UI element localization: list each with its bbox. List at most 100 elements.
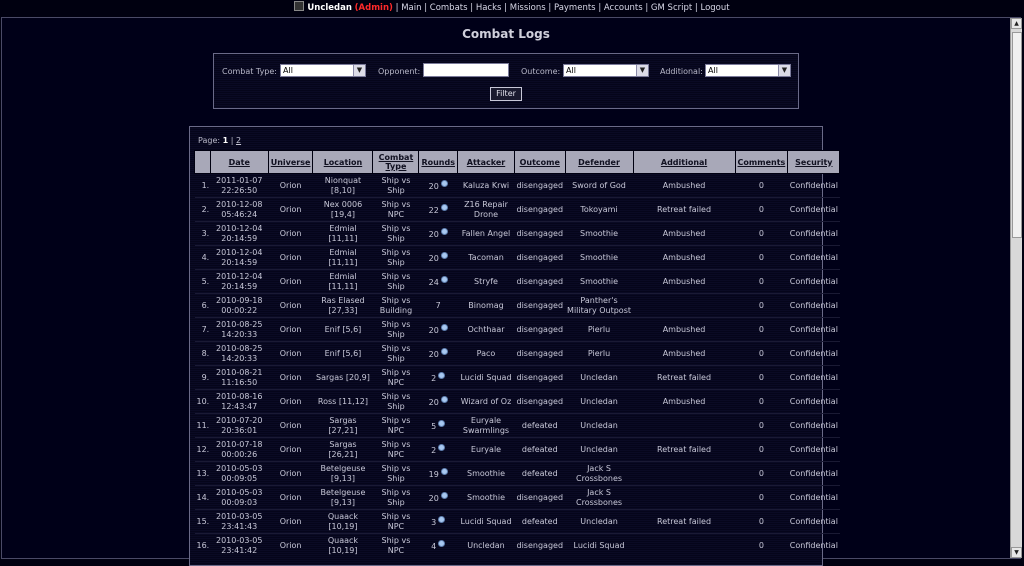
defender-cell[interactable]: Panther's Military Outpost: [565, 293, 634, 318]
round-details-icon[interactable]: [440, 347, 448, 355]
attacker-cell[interactable]: Lucidi Squad: [457, 365, 515, 390]
nav-link-payments[interactable]: Payments: [554, 3, 596, 13]
date-cell[interactable]: 2010-05-03 00:09:03: [210, 485, 269, 510]
outcome-select[interactable]: All ▼: [563, 64, 649, 77]
table-row[interactable]: 1. 2011-01-07 22:26:50 Orion Nionquat [8,10…: [194, 173, 840, 198]
nav-link-missions[interactable]: Missions: [510, 3, 546, 13]
rounds-cell[interactable]: 20: [418, 173, 458, 198]
filter-button[interactable]: Filter: [490, 87, 522, 101]
rounds-cell[interactable]: 4: [418, 533, 458, 557]
attacker-cell[interactable]: Stryfe: [457, 269, 515, 294]
rounds-cell[interactable]: 3: [418, 509, 458, 534]
attacker-cell[interactable]: Z16 Repair Drone: [457, 197, 515, 222]
rounds-cell[interactable]: 20: [418, 341, 458, 366]
table-row[interactable]: 2. 2010-12-08 05:46:24 Orion Nex 0006 [19,4…: [194, 197, 840, 222]
table-row[interactable]: 14. 2010-05-03 00:09:03 Orion Betelgeuse [9…: [194, 485, 840, 510]
date-cell[interactable]: 2010-08-25 14:20:33: [210, 317, 269, 342]
rounds-cell[interactable]: 20: [418, 485, 458, 510]
header-defender[interactable]: Defender: [564, 150, 634, 174]
rounds-cell[interactable]: 20: [418, 221, 458, 246]
table-row[interactable]: 3. 2010-12-04 20:14:59 Orion Edmial [11,11]…: [194, 221, 840, 246]
header-comments[interactable]: Comments: [734, 150, 789, 174]
date-cell[interactable]: 2010-07-18 00:00:26: [210, 437, 269, 462]
defender-cell[interactable]: Pierlu: [565, 341, 634, 366]
table-row[interactable]: 11. 2010-07-20 20:36:01 Orion Sargas [27,21…: [194, 413, 840, 438]
opponent-input[interactable]: [423, 63, 509, 77]
nav-link-hacks[interactable]: Hacks: [476, 3, 502, 13]
rounds-cell[interactable]: 2: [418, 365, 458, 390]
rounds-cell[interactable]: 20: [418, 389, 458, 414]
table-row[interactable]: 16. 2010-03-05 23:41:42 Orion Quaack [10,19…: [194, 533, 840, 557]
table-row[interactable]: 4. 2010-12-04 20:14:59 Orion Edmial [11,11]…: [194, 245, 840, 270]
attacker-cell[interactable]: Ochthaar: [457, 317, 515, 342]
header-location[interactable]: Location: [312, 150, 374, 174]
date-cell[interactable]: 2010-12-04 20:14:59: [210, 221, 269, 246]
table-row[interactable]: 12. 2010-07-18 00:00:26 Orion Sargas [26,21…: [194, 437, 840, 462]
defender-cell[interactable]: Pierlu: [565, 317, 634, 342]
date-cell[interactable]: 2010-05-03 00:09:05: [210, 461, 269, 486]
defender-cell[interactable]: Uncledan: [565, 413, 634, 438]
date-cell[interactable]: 2010-03-05 23:41:42: [210, 533, 269, 557]
round-details-icon[interactable]: [440, 179, 448, 187]
nav-link-accounts[interactable]: Accounts: [604, 3, 643, 13]
defender-cell[interactable]: Smoothie: [565, 245, 634, 270]
rounds-cell[interactable]: 20: [418, 317, 458, 342]
round-details-icon[interactable]: [440, 467, 448, 475]
round-details-icon[interactable]: [440, 491, 448, 499]
header-universe[interactable]: Universe: [267, 150, 314, 174]
attacker-cell[interactable]: Binomag: [457, 293, 515, 318]
table-row[interactable]: 5. 2010-12-04 20:14:59 Orion Edmial [11,11]…: [194, 269, 840, 294]
nav-link-main[interactable]: Main: [401, 3, 421, 13]
defender-cell[interactable]: Jack S Crossbones: [565, 485, 634, 510]
header-outcome[interactable]: Outcome: [514, 150, 566, 174]
date-cell[interactable]: 2010-12-08 05:46:24: [210, 197, 269, 222]
attacker-cell[interactable]: Lucidi Squad: [457, 509, 515, 534]
defender-cell[interactable]: Uncledan: [565, 437, 634, 462]
table-row[interactable]: 8. 2010-08-25 14:20:33 Orion Enif [5,6] Ship…: [194, 341, 840, 366]
rounds-cell[interactable]: 2: [418, 437, 458, 462]
attacker-cell[interactable]: Fallen Angel: [457, 221, 515, 246]
date-cell[interactable]: 2010-08-16 12:43:47: [210, 389, 269, 414]
round-details-icon[interactable]: [440, 227, 448, 235]
header-additional[interactable]: Additional: [632, 150, 736, 174]
nav-link-logout[interactable]: Logout: [700, 3, 729, 13]
attacker-cell[interactable]: Kaluza Krwi: [457, 173, 515, 198]
defender-cell[interactable]: Uncledan: [565, 365, 634, 390]
date-cell[interactable]: 2010-08-25 14:20:33: [210, 341, 269, 366]
table-row[interactable]: 13. 2010-05-03 00:09:05 Orion Betelgeuse [9…: [194, 461, 840, 486]
attacker-cell[interactable]: Tacoman: [457, 245, 515, 270]
date-cell[interactable]: 2010-09-18 00:00:22: [210, 293, 269, 318]
scroll-down-arrow-icon[interactable]: ▼: [1011, 547, 1022, 558]
round-details-icon[interactable]: [440, 275, 448, 283]
round-details-icon[interactable]: [440, 395, 448, 403]
round-details-icon[interactable]: [440, 323, 448, 331]
defender-cell[interactable]: Smoothie: [565, 269, 634, 294]
date-cell[interactable]: 2010-12-04 20:14:59: [210, 269, 269, 294]
round-details-icon[interactable]: [438, 419, 446, 427]
date-cell[interactable]: 2010-12-04 20:14:59: [210, 245, 269, 270]
scroll-up-arrow-icon[interactable]: ▲: [1011, 18, 1022, 29]
header-security[interactable]: Security: [787, 150, 841, 174]
rounds-cell[interactable]: 19: [418, 461, 458, 486]
nav-link-combats[interactable]: Combats: [430, 3, 468, 13]
table-row[interactable]: 7. 2010-08-25 14:20:33 Orion Enif [5,6] Ship…: [194, 317, 840, 342]
rounds-cell[interactable]: 22: [418, 197, 458, 222]
round-details-icon[interactable]: [438, 371, 446, 379]
defender-cell[interactable]: Smoothie: [565, 221, 634, 246]
table-row[interactable]: 10. 2010-08-16 12:43:47 Orion Ross [11,12] S…: [194, 389, 840, 414]
rounds-cell[interactable]: 20: [418, 245, 458, 270]
table-row[interactable]: 15. 2010-03-05 23:41:43 Orion Quaack [10,19…: [194, 509, 840, 534]
vertical-scrollbar[interactable]: ▲ ▼: [1010, 18, 1022, 558]
table-row[interactable]: 6. 2010-09-18 00:00:22 Orion Ras Elased [27…: [194, 293, 840, 318]
defender-cell[interactable]: Tokoyami: [565, 197, 634, 222]
date-cell[interactable]: 2010-08-21 11:16:50: [210, 365, 269, 390]
attacker-cell[interactable]: Euryale: [457, 437, 515, 462]
attacker-cell[interactable]: Wizard of Oz: [457, 389, 515, 414]
additional-select[interactable]: All ▼: [705, 64, 791, 77]
rounds-cell[interactable]: 24: [418, 269, 458, 294]
attacker-cell[interactable]: Uncledan: [457, 533, 515, 557]
header-combat-type[interactable]: Combat Type: [372, 150, 420, 174]
attacker-cell[interactable]: Smoothie: [457, 461, 515, 486]
defender-cell[interactable]: Jack S Crossbones: [565, 461, 634, 486]
page-link-2[interactable]: 2: [236, 136, 241, 145]
